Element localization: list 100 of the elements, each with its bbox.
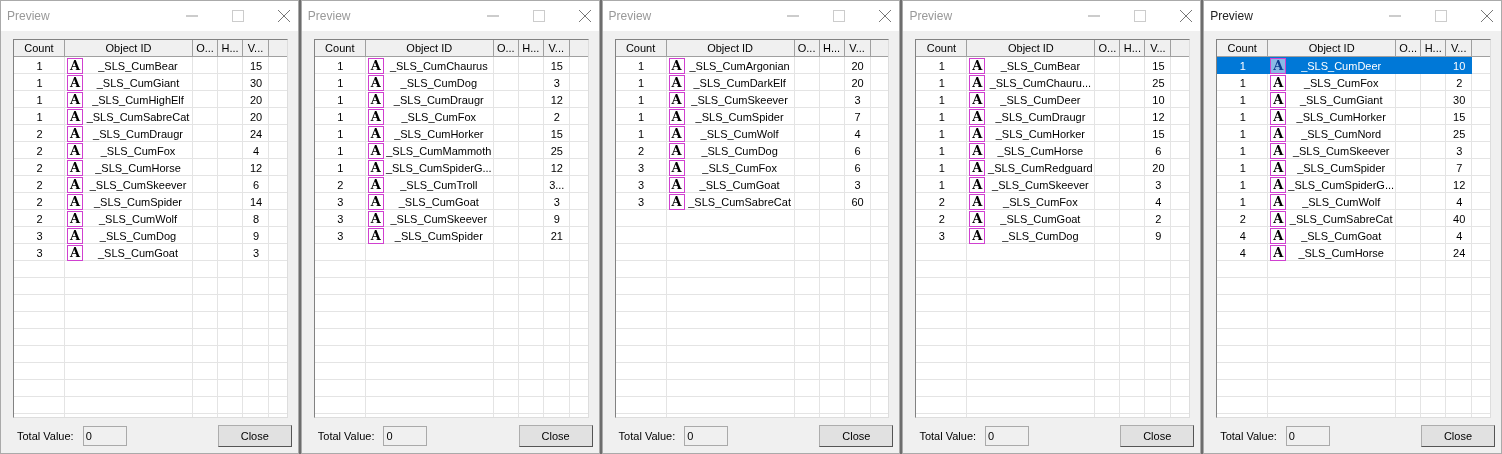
list-row[interactable]: 1 A _SLS_CumNord 25 [1217, 125, 1490, 142]
list-row[interactable]: 1 A _SLS_CumSpiderG... 12 [314, 159, 588, 176]
value-text: 3 [854, 177, 861, 193]
list-row[interactable]: 1 A _SLS_CumWolf 4 [1217, 193, 1490, 210]
list-row[interactable]: 2 A _SLS_CumGoat 2 [916, 210, 1190, 227]
list-row[interactable]: 1 A _SLS_CumGiant 30 [14, 74, 287, 91]
list-row[interactable]: 1 A _SLS_CumChauru... 25 [916, 74, 1190, 91]
object-id-text: _SLS_CumSpider [92, 194, 184, 210]
list-row[interactable]: 1 A _SLS_CumSpider 7 [615, 108, 889, 125]
list-row[interactable]: 1 A _SLS_CumBear 15 [916, 57, 1190, 74]
list-row[interactable]: 2 A _SLS_CumSkeever 6 [14, 176, 287, 193]
list-row[interactable]: 3 A _SLS_CumSkeever 9 [314, 210, 588, 227]
list-row[interactable]: 1 A _SLS_CumHorker 15 [916, 125, 1190, 142]
list-row[interactable]: 3 A _SLS_CumFox 6 [615, 159, 889, 176]
close-icon[interactable] [1180, 10, 1193, 22]
list-row[interactable]: 1 A _SLS_CumSabreCat 20 [14, 108, 287, 125]
close-icon[interactable] [277, 10, 290, 22]
list-row[interactable]: 2 A _SLS_CumDraugr 24 [14, 125, 287, 142]
close-icon[interactable] [879, 10, 892, 22]
list-row[interactable]: 1 A _SLS_CumSkeever 3 [615, 91, 889, 108]
list-row[interactable]: 1 A _SLS_CumDraugr 12 [314, 91, 588, 108]
list-row[interactable]: 1 A _SLS_CumRedguard 20 [916, 159, 1190, 176]
list-row[interactable]: 4 A _SLS_CumHorse 24 [1217, 244, 1490, 261]
list-row[interactable]: 1 A _SLS_CumSpiderG... 12 [1217, 176, 1490, 193]
list-row[interactable]: 1 A _SLS_CumSkeever 3 [1217, 142, 1490, 159]
value-text: 15 [1152, 126, 1165, 142]
value-text: 40 [1453, 211, 1466, 227]
list-row[interactable]: 4 A _SLS_CumGoat 4 [1217, 227, 1490, 244]
column-header[interactable]: O... [1396, 40, 1422, 56]
list-row[interactable]: 1 A _SLS_CumHorse 6 [916, 142, 1190, 159]
list-row[interactable]: 1 A _SLS_CumFox 2 [1217, 74, 1490, 91]
close-button[interactable]: Close [1421, 425, 1495, 447]
letter-icon: A [1270, 108, 1287, 125]
close-icon[interactable] [578, 10, 591, 22]
count-text: 1 [638, 109, 645, 125]
value-text: 12 [550, 160, 563, 176]
maximize-icon[interactable] [1134, 10, 1147, 22]
list-row[interactable]: 1 A _SLS_CumHorker 15 [1217, 108, 1490, 125]
list-row[interactable]: 2 A _SLS_CumWolf 8 [14, 210, 287, 227]
list-row[interactable]: 1 A _SLS_CumFox 2 [314, 108, 588, 125]
count-text: 2 [638, 143, 645, 159]
maximize-icon[interactable] [1435, 10, 1447, 22]
list-row[interactable]: 2 A _SLS_CumFox 4 [916, 193, 1190, 210]
list-row[interactable]: 3 A _SLS_CumGoat 3 [14, 244, 287, 261]
value-text: 10 [1453, 58, 1466, 74]
list-row[interactable]: 3 A _SLS_CumGoat 3 [314, 193, 588, 210]
close-button[interactable]: Close [217, 425, 292, 447]
letter-icon: A [67, 210, 83, 227]
list-row[interactable]: 3 A _SLS_CumDog 9 [14, 227, 287, 244]
maximize-icon[interactable] [532, 10, 545, 22]
list-row[interactable]: 1 A _SLS_CumHorker 15 [314, 125, 588, 142]
list-row[interactable]: 3 A _SLS_CumSpider 21 [314, 227, 588, 244]
window-title: Preview [7, 9, 50, 23]
list-row[interactable]: 2 A _SLS_CumHorse 12 [14, 159, 287, 176]
list-row[interactable]: 1 A _SLS_CumSpider 7 [1217, 159, 1490, 176]
list-row[interactable]: 1 A _SLS_CumMammoth 25 [314, 142, 588, 159]
close-button[interactable]: Close [1120, 425, 1195, 447]
list-row[interactable]: 1 A _SLS_CumDraugr 12 [916, 108, 1190, 125]
total-value-label: Total Value: [919, 430, 977, 442]
close-button[interactable]: Close [819, 425, 894, 447]
list-row[interactable]: 2 A _SLS_CumSpider 14 [14, 193, 287, 210]
count-text: 1 [337, 143, 344, 159]
letter-icon: A [969, 193, 986, 210]
count-text: 1 [638, 58, 645, 74]
list-row[interactable]: 1 A _SLS_CumDarkElf 20 [615, 74, 889, 91]
column-header[interactable]: O... [193, 40, 218, 56]
list-row[interactable]: 1 A _SLS_CumArgonian 20 [615, 57, 889, 74]
count-text: 1 [1239, 58, 1246, 74]
list-row[interactable]: 2 A _SLS_CumTroll 3... [314, 176, 588, 193]
count-text: 1 [1239, 109, 1246, 125]
object-id-text: _SLS_CumSkeever [389, 211, 489, 227]
list-row[interactable]: 3 A _SLS_CumSabreCat 60 [615, 193, 889, 210]
list-row[interactable]: 2 A _SLS_CumFox 4 [14, 142, 287, 159]
list-row[interactable]: 1 A _SLS_CumHighElf 20 [14, 91, 287, 108]
maximize-icon[interactable] [231, 10, 244, 22]
list-row[interactable]: 1 A _SLS_CumWolf 4 [615, 125, 889, 142]
object-id-text: _SLS_CumTroll [399, 177, 479, 193]
list-row[interactable]: 1 A _SLS_CumSkeever 3 [916, 176, 1190, 193]
list-row[interactable]: 2 A _SLS_CumDog 6 [615, 142, 889, 159]
list-row[interactable]: 1 A _SLS_CumDeer 10 [916, 91, 1190, 108]
close-icon[interactable] [1481, 10, 1493, 22]
letter-icon: A [668, 125, 685, 142]
list-row[interactable]: 1 A _SLS_CumDeer 10 [1217, 57, 1490, 74]
list-row[interactable]: 1 A _SLS_CumDog 3 [314, 74, 588, 91]
maximize-icon[interactable] [833, 10, 846, 22]
value-text: 15 [249, 58, 263, 74]
count-text: 1 [337, 92, 344, 108]
list-row[interactable]: 3 A _SLS_CumGoat 3 [615, 176, 889, 193]
close-button[interactable]: Close [518, 425, 593, 447]
list-row[interactable]: 1 A _SLS_CumGiant 30 [1217, 91, 1490, 108]
total-value-label: Total Value: [618, 430, 676, 442]
object-id-text: _SLS_CumDeer [1300, 58, 1383, 74]
list-row[interactable]: 1 A _SLS_CumChaurus 15 [314, 57, 588, 74]
list-row[interactable]: 2 A _SLS_CumSabreCat 40 [1217, 210, 1490, 227]
value-text: 24 [1453, 245, 1466, 261]
count-text: 3 [36, 245, 43, 261]
list-row[interactable]: 1 A _SLS_CumBear 15 [14, 57, 287, 74]
count-text: 1 [1239, 75, 1246, 91]
list-row[interactable]: 3 A _SLS_CumDog 9 [916, 227, 1190, 244]
letter-icon: A [668, 193, 685, 210]
